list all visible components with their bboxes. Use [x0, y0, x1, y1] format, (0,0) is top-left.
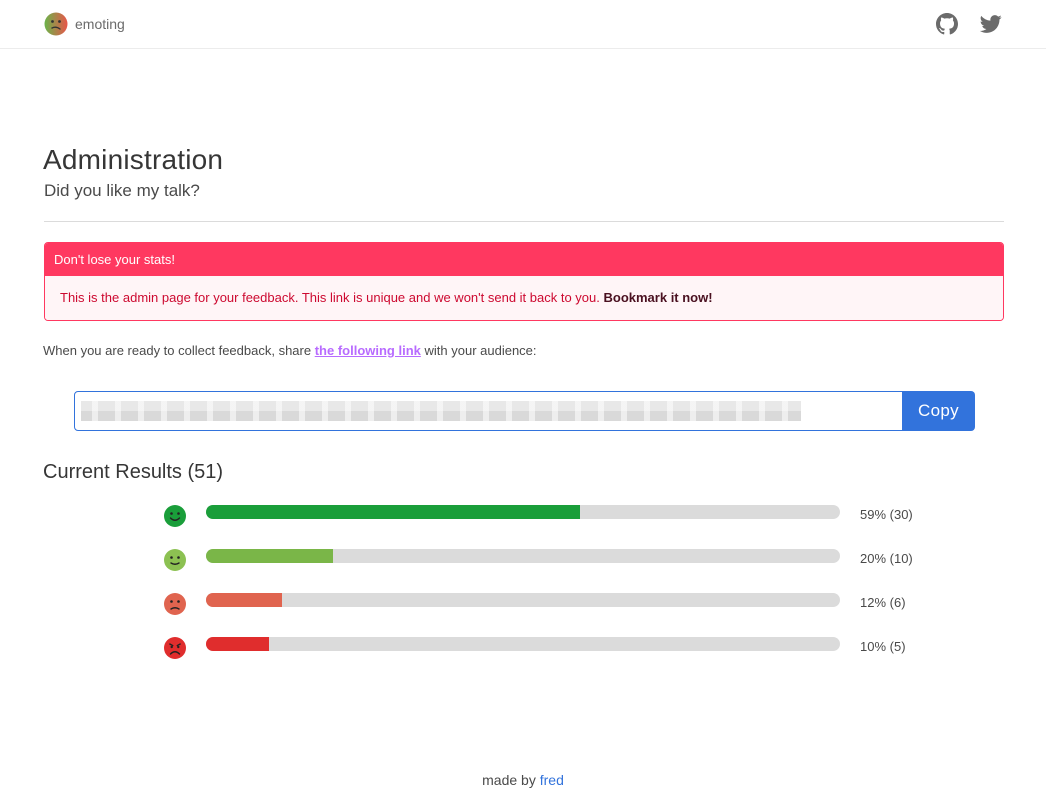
sad-face-icon [163, 592, 187, 616]
page-subtitle: Did you like my talk? [44, 181, 200, 200]
result-bar-fill [206, 637, 269, 651]
result-bar-fill [206, 505, 580, 519]
message-body: This is the admin page for your feedback… [45, 276, 1003, 320]
footer-author-link[interactable]: fred [540, 772, 564, 788]
brand-link[interactable]: emoting [44, 12, 125, 36]
result-row-sad: 12% (6) [0, 591, 1046, 621]
result-row-very-sad: 10% (5) [0, 635, 1046, 665]
message-body-text: This is the admin page for your feedback… [60, 290, 604, 305]
share-instructions: When you are ready to collect feedback, … [43, 343, 537, 358]
result-bar-track [206, 505, 840, 519]
result-row-happy: 20% (10) [0, 547, 1046, 577]
share-suffix: with your audience: [420, 343, 537, 358]
page-title: Administration [43, 144, 224, 175]
result-bar-track [206, 549, 840, 563]
result-bar-fill [206, 593, 282, 607]
share-prefix: When you are ready to collect feedback, … [43, 343, 315, 358]
message-header: Don't lose your stats! [45, 243, 1003, 276]
footer-prefix: made by [482, 772, 540, 788]
results-title: Current Results (51) [43, 461, 224, 483]
top-navbar: emoting [0, 0, 1046, 49]
github-icon[interactable] [936, 13, 958, 35]
very-happy-face-icon [163, 504, 187, 528]
copy-button[interactable]: Copy [902, 391, 975, 431]
footer: made by fred [0, 772, 1046, 788]
result-bar-fill [206, 549, 333, 563]
result-label: 59% (30) [860, 507, 913, 522]
emoting-logo-icon [44, 12, 68, 36]
twitter-icon[interactable] [980, 13, 1002, 35]
warning-message: Don't lose your stats! This is the admin… [44, 242, 1004, 321]
very-sad-face-icon [163, 636, 187, 660]
brand-name: emoting [75, 16, 125, 32]
result-row-very-happy: 59% (30) [0, 503, 1046, 533]
share-link-input[interactable] [74, 391, 903, 431]
share-link[interactable]: the following link [315, 343, 421, 358]
redacted-link-text [81, 401, 801, 421]
header-divider [44, 221, 1004, 222]
message-body-strong: Bookmark it now! [603, 290, 713, 305]
happy-face-icon [163, 548, 187, 572]
result-label: 20% (10) [860, 551, 913, 566]
result-label: 10% (5) [860, 639, 906, 654]
result-bar-track [206, 637, 840, 651]
result-label: 12% (6) [860, 595, 906, 610]
result-bar-track [206, 593, 840, 607]
